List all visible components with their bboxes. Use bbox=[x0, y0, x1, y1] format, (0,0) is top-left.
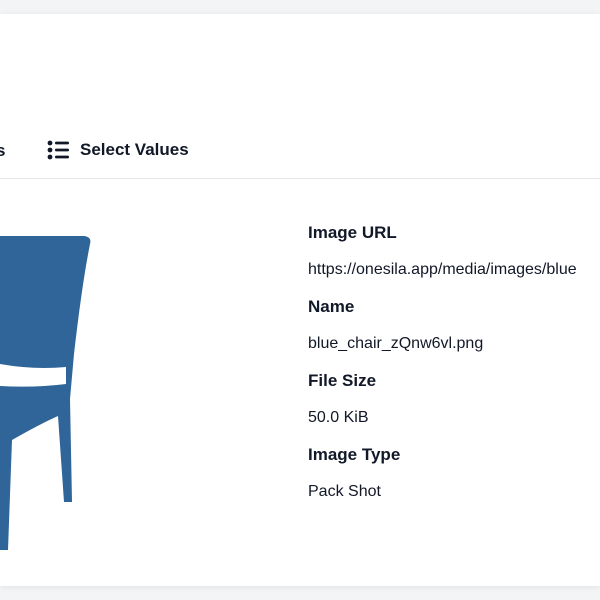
name-value: blue_chair_zQnw6vl.png bbox=[308, 335, 484, 352]
tab-previous[interactable]: s bbox=[0, 141, 5, 161]
field-label: Name bbox=[308, 297, 355, 316]
image-preview[interactable] bbox=[0, 224, 110, 564]
image-detail-card: s Select Values Image URL https://onesil… bbox=[0, 14, 600, 586]
field-label: File Size bbox=[308, 371, 377, 390]
image-info-panel: Image URL https://onesila.app/media/imag… bbox=[308, 222, 600, 518]
field-image-type: Image Type Pack Shot bbox=[308, 444, 600, 503]
field-file-size: File Size 50.0 KiB bbox=[308, 370, 600, 429]
file-size-value: 50.0 KiB bbox=[308, 409, 369, 426]
tab-select-values-label: Select Values bbox=[80, 140, 189, 159]
tab-select-values[interactable]: Select Values bbox=[47, 137, 189, 163]
image-url-value[interactable]: https://onesila.app/media/images/blue bbox=[308, 259, 600, 281]
image-type-value: Pack Shot bbox=[308, 483, 381, 500]
list-icon bbox=[47, 140, 69, 160]
field-image-url: Image URL https://onesila.app/media/imag… bbox=[308, 222, 600, 281]
tab-bar: s Select Values bbox=[0, 122, 600, 179]
chair-image bbox=[0, 236, 91, 550]
field-name: Name blue_chair_zQnw6vl.png bbox=[308, 296, 600, 355]
field-label: Image Type bbox=[308, 445, 401, 464]
field-label: Image URL bbox=[308, 223, 397, 242]
